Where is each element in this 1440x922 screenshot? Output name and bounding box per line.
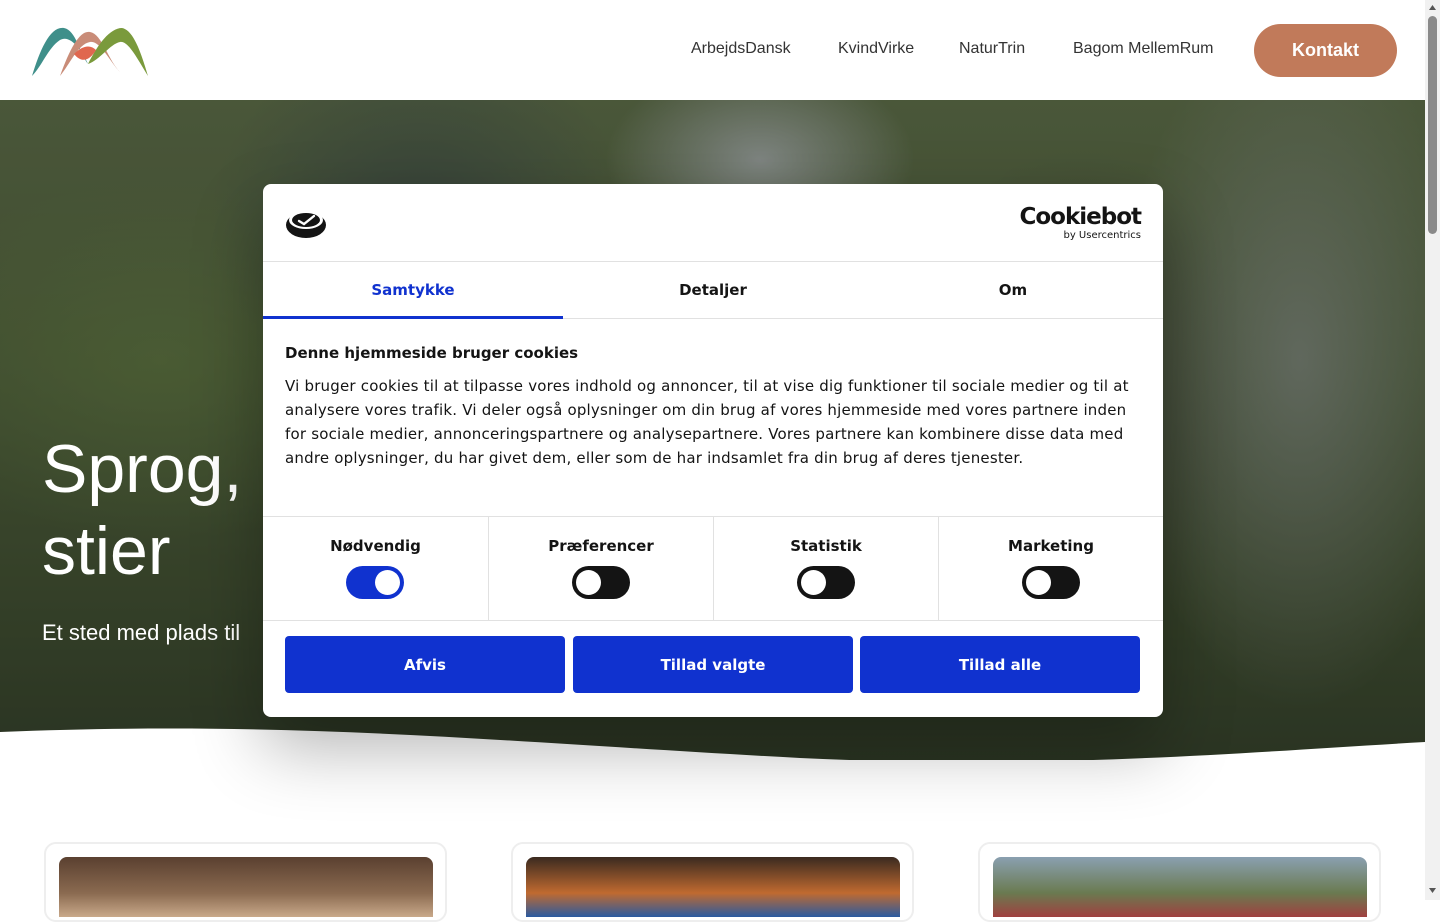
feature-card-2[interactable] — [511, 842, 914, 922]
card-image — [59, 857, 433, 917]
brand-name: Cookiebot — [1019, 204, 1142, 230]
tab-label: Detaljer — [679, 281, 747, 299]
brand-byline: by Usercentrics — [1063, 230, 1141, 241]
consent-toggles: Nødvendig Præferencer Statistik Marketin… — [263, 516, 1163, 621]
dialog-tabs: Samtykke Detaljer Om — [263, 262, 1163, 319]
scrollbar-thumb[interactable] — [1428, 16, 1437, 234]
toggle-label: Nødvendig — [330, 537, 421, 555]
toggle-cell-praeferencer: Præferencer — [488, 517, 713, 621]
toggle-cell-marketing: Marketing — [938, 517, 1163, 621]
toggle-label: Præferencer — [548, 537, 654, 555]
hero-title: Sprog, stier — [42, 431, 243, 589]
praeferencer-toggle[interactable] — [572, 566, 630, 599]
allow-selected-button[interactable]: Tillad valgte — [573, 636, 853, 693]
scroll-up-arrow-icon[interactable] — [1428, 3, 1437, 12]
reject-button[interactable]: Afvis — [285, 636, 565, 693]
active-tab-indicator — [263, 316, 563, 319]
dialog-header: Cookiebot by Usercentrics — [263, 184, 1163, 262]
toggle-cell-nodvendig: Nødvendig — [263, 517, 488, 621]
toggle-label: Statistik — [790, 537, 862, 555]
toggle-knob — [1026, 570, 1051, 595]
tab-om[interactable]: Om — [863, 262, 1163, 318]
toggle-knob — [375, 570, 400, 595]
site-header: ArbejdsDansk KvindVirke NaturTrin Bagom … — [0, 0, 1425, 100]
feature-card-3[interactable] — [978, 842, 1381, 922]
dialog-title: Denne hjemmeside bruger cookies — [285, 344, 579, 362]
scroll-down-arrow-icon[interactable] — [1428, 886, 1437, 895]
dialog-body-text: Vi bruger cookies til at tilpasse vores … — [285, 377, 1129, 467]
hero-wave-divider — [0, 728, 1425, 772]
statistik-toggle[interactable] — [797, 566, 855, 599]
toggle-knob — [801, 570, 826, 595]
feature-card-1[interactable] — [44, 842, 447, 922]
nav-kvindvirke[interactable]: KvindVirke — [838, 40, 914, 58]
card-image — [993, 857, 1367, 917]
cookie-consent-dialog: Cookiebot by Usercentrics Samtykke Detal… — [263, 184, 1163, 717]
kontakt-button[interactable]: Kontakt — [1254, 24, 1397, 77]
cookiebot-icon — [286, 211, 326, 238]
allow-all-button[interactable]: Tillad alle — [860, 636, 1140, 693]
card-image — [526, 857, 900, 917]
tab-detaljer[interactable]: Detaljer — [563, 262, 863, 318]
tab-label: Samtykke — [371, 281, 455, 299]
page-scrollbar[interactable] — [1425, 0, 1440, 900]
nodvendig-toggle[interactable] — [346, 566, 404, 599]
nav-bagom-mellemrum[interactable]: Bagom MellemRum — [1073, 40, 1213, 58]
toggle-knob — [576, 570, 601, 595]
site-logo-icon[interactable] — [30, 20, 150, 80]
tab-samtykke[interactable]: Samtykke — [263, 262, 563, 319]
marketing-toggle[interactable] — [1022, 566, 1080, 599]
nav-naturtrin[interactable]: NaturTrin — [959, 40, 1025, 58]
toggle-label: Marketing — [1008, 537, 1094, 555]
cookiebot-brand-logo[interactable]: Cookiebot by Usercentrics — [1019, 204, 1142, 242]
nav-arbejdsdansk[interactable]: ArbejdsDansk — [691, 40, 791, 58]
toggle-cell-statistik: Statistik — [713, 517, 938, 621]
tab-label: Om — [998, 281, 1028, 299]
hero-subtitle: Et sted med plads til — [42, 620, 241, 645]
